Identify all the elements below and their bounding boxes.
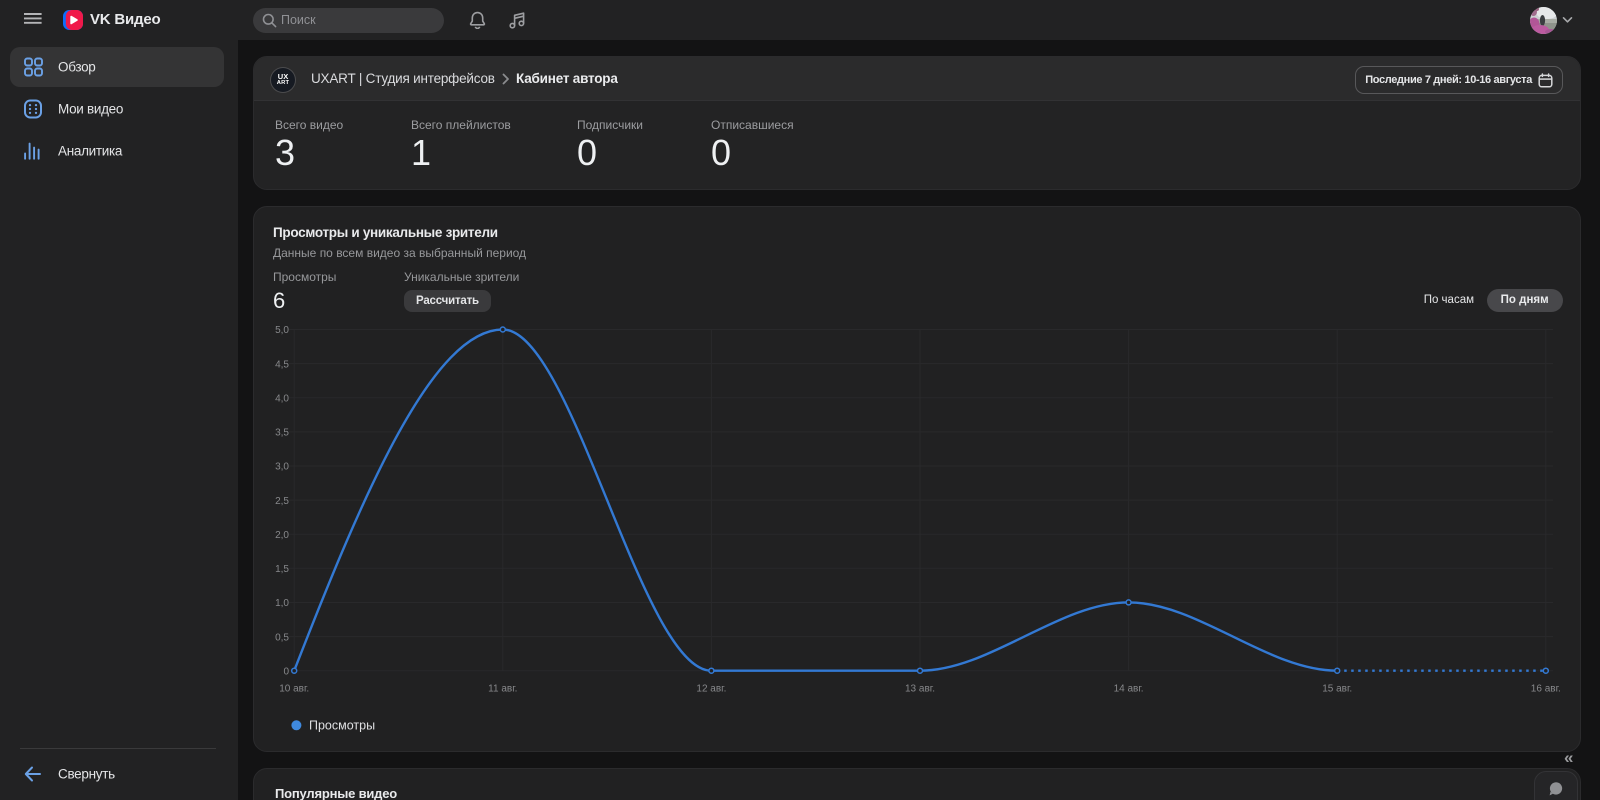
svg-text:1,0: 1,0 bbox=[275, 598, 289, 609]
svg-text:Просмотры: Просмотры bbox=[309, 719, 375, 733]
svg-text:3,5: 3,5 bbox=[275, 428, 289, 439]
svg-text:15 авг.: 15 авг. bbox=[1322, 684, 1352, 695]
svg-text:2,0: 2,0 bbox=[275, 530, 289, 541]
svg-text:14 авг.: 14 авг. bbox=[1114, 684, 1144, 695]
svg-text:0: 0 bbox=[283, 666, 289, 677]
svg-text:4,0: 4,0 bbox=[275, 393, 289, 404]
svg-text:11 авг.: 11 авг. bbox=[488, 684, 517, 695]
svg-text:4,5: 4,5 bbox=[275, 359, 289, 370]
svg-text:10 авг.: 10 авг. bbox=[279, 684, 309, 695]
svg-text:1,5: 1,5 bbox=[275, 564, 289, 575]
svg-text:12 авг.: 12 авг. bbox=[696, 684, 726, 695]
svg-text:16 авг.: 16 авг. bbox=[1531, 684, 1561, 695]
svg-text:0,5: 0,5 bbox=[275, 632, 289, 643]
svg-text:13 авг.: 13 авг. bbox=[905, 684, 935, 695]
svg-text:5,0: 5,0 bbox=[275, 325, 289, 336]
svg-text:3,0: 3,0 bbox=[275, 462, 289, 473]
svg-text:2,5: 2,5 bbox=[275, 496, 289, 507]
